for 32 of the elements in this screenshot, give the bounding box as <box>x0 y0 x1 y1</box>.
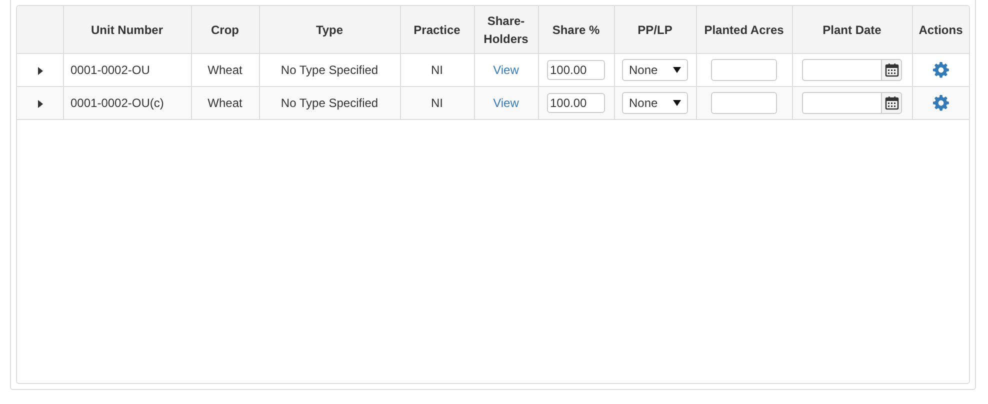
column-header: Plant Date <box>792 6 912 54</box>
plant-date-field[interactable] <box>802 92 881 114</box>
caret-icon[interactable] <box>673 67 681 73</box>
column-header: Share- Holders <box>474 6 538 54</box>
planted-acres-field[interactable] <box>711 59 777 81</box>
caret-icon[interactable] <box>673 100 681 106</box>
settings-gear-icon[interactable] <box>932 62 949 78</box>
table-cell: No Type Specified <box>259 86 400 120</box>
pp-lp-dropdown[interactable]: None <box>622 92 688 114</box>
table-cell: 0001-0002-OU(c) <box>63 86 191 120</box>
plant-date-field[interactable] <box>802 59 881 81</box>
view-link[interactable]: View <box>493 63 519 77</box>
pp-lp-dropdown[interactable]: None <box>622 59 688 81</box>
column-header: Share % <box>538 6 614 54</box>
share-percent-field[interactable]: 100.00 <box>547 60 605 80</box>
column-header: Actions <box>912 6 969 54</box>
column-header: Practice <box>400 6 474 54</box>
table-cell: Wheat <box>191 86 259 120</box>
calendar-icon[interactable] <box>884 63 898 77</box>
calendar-button[interactable] <box>881 59 902 81</box>
column-header: Unit Number <box>63 6 191 54</box>
column-header: Planted Acres <box>696 6 792 54</box>
column-header: PP/LP <box>614 6 696 54</box>
table-cell: NI <box>400 86 474 120</box>
share-percent-field[interactable]: 100.00 <box>547 93 605 113</box>
column-header: Crop <box>191 6 259 54</box>
settings-gear-icon[interactable] <box>932 95 949 111</box>
calendar-icon[interactable] <box>884 96 898 110</box>
view-link[interactable]: View <box>493 96 519 110</box>
column-header: Type <box>259 6 400 54</box>
planted-acres-field[interactable] <box>711 92 777 114</box>
calendar-button[interactable] <box>881 92 902 114</box>
